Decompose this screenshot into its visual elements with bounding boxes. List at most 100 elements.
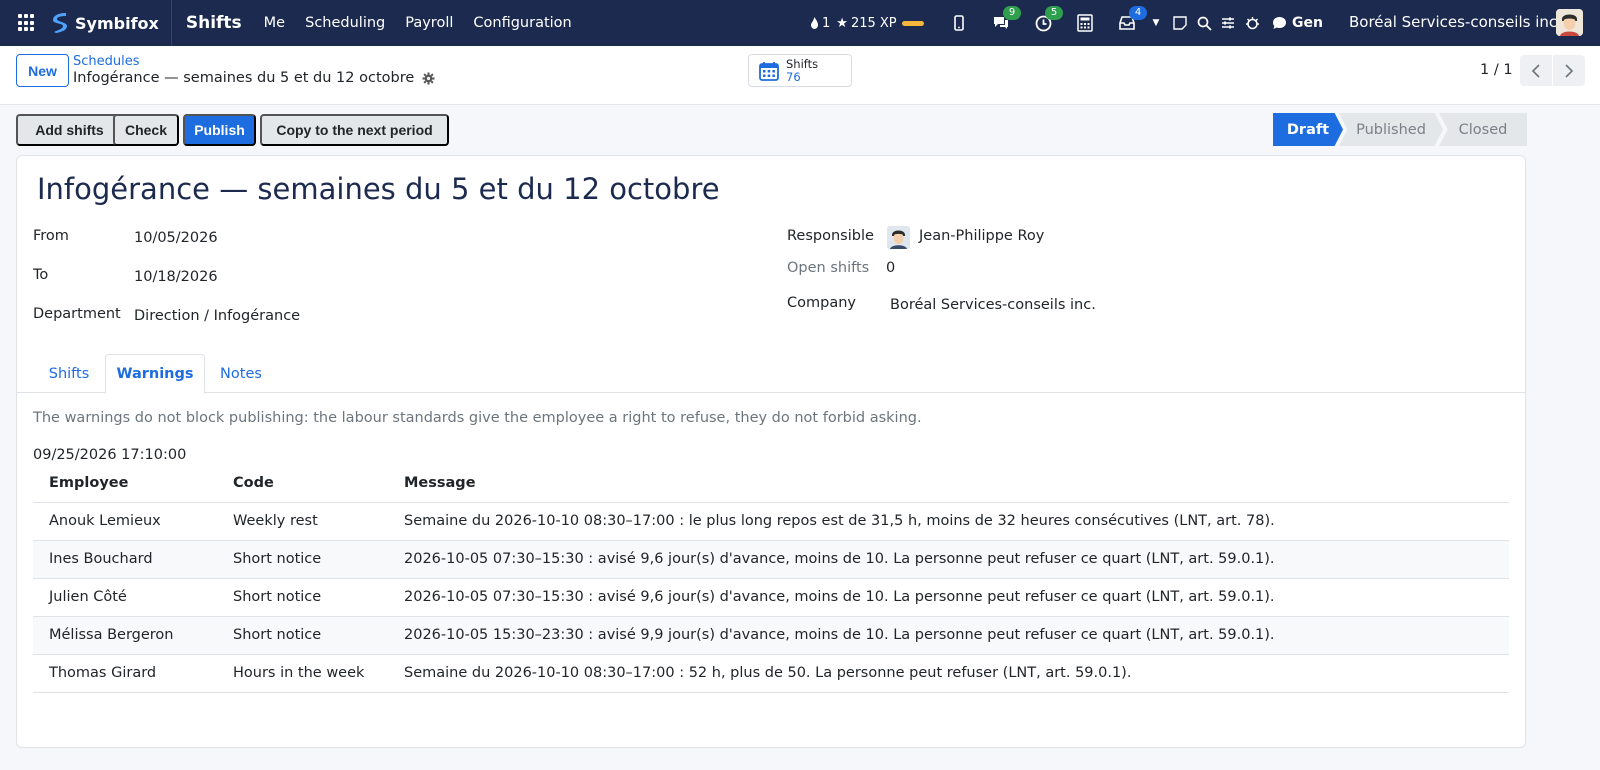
company-field[interactable]: Boréal Services-conseils inc. [890,297,1096,313]
messages-badge: 9 [1003,6,1021,20]
table-row[interactable]: Thomas Girard Hours in the week Semaine … [33,654,1509,693]
column-header-employee[interactable]: Employee [33,464,217,503]
calendar-icon [759,61,779,81]
check-button[interactable]: Check [113,114,179,146]
assistant-button[interactable]: Gen [1272,15,1323,31]
pager-previous-button[interactable] [1520,55,1552,86]
code-cell: Short notice [217,578,388,617]
notebook-tabs: Shifts Warnings Notes [17,354,1525,394]
control-panel: New Schedules Infogérance — semaines du … [0,46,1600,105]
breadcrumb-current-label: Infogérance — semaines du 5 et du 12 oct… [73,70,415,86]
apps-grid-icon[interactable] [18,14,36,32]
bug-icon[interactable] [1244,12,1260,34]
new-button[interactable]: New [16,54,69,87]
warnings-date: 09/25/2026 17:10:00 [33,447,187,463]
brand-name: Symbifox [75,13,159,33]
smart-button-value: 76 [786,69,801,84]
smart-button-label: Shifts [786,56,819,71]
pager-value[interactable]: 1 / 1 [1480,62,1513,78]
menu-item-me[interactable]: Me [264,15,285,31]
company-label: Company [787,295,856,311]
table-header-row: Employee Code Message [33,464,1509,503]
code-cell: Weekly rest [217,502,388,541]
message-cell: 2026-10-05 07:30–15:30 : avisé 9,6 jour(… [388,578,1509,617]
breadcrumb-schedules-link[interactable]: Schedules [73,54,140,69]
department-label: Department [33,306,121,322]
streak-count: 1 [822,15,831,31]
table-row[interactable]: Julien Côté Short notice 2026-10-05 07:3… [33,578,1509,617]
breadcrumb-current: Infogérance — semaines du 5 et du 12 oct… [73,70,435,86]
publish-button[interactable]: Publish [183,114,256,146]
notifications-badge: 4 [1129,6,1147,20]
table-row[interactable]: Mélissa Bergeron Short notice 2026-10-05… [33,616,1509,655]
notifications-button[interactable]: 4 [1116,6,1147,34]
stage-draft[interactable]: Draft [1273,113,1343,146]
responsible-label: Responsible [787,228,874,244]
note-icon[interactable] [1172,12,1188,34]
brand[interactable]: Symbifox [50,0,172,46]
department-field[interactable]: Direction / Infogérance [134,308,300,324]
user-avatar[interactable] [1556,9,1583,36]
table-row[interactable]: Ines Bouchard Short notice 2026-10-05 07… [33,540,1509,579]
warnings-table: Employee Code Message Anouk Lemieux Week… [33,464,1509,693]
open-shifts-field: 0 [886,260,896,276]
responsible-avatar [887,226,910,249]
message-cell: 2026-10-05 15:30–23:30 : avisé 9,9 jour(… [388,616,1509,655]
copy-next-period-button[interactable]: Copy to the next period [260,114,449,146]
phone-icon[interactable] [948,12,970,34]
fire-icon [811,17,818,29]
caret-down-icon[interactable]: ▼ [1148,12,1164,34]
company-switcher[interactable]: Boréal Services-conseils inc. [1349,13,1562,31]
brand-logo-icon [53,13,67,33]
menu-item-configuration[interactable]: Configuration [473,15,571,31]
gear-icon[interactable] [422,71,435,85]
add-shifts-button[interactable]: Add shifts [16,114,123,146]
employee-cell: Julien Côté [33,578,217,617]
top-navbar: Symbifox Shifts Me Scheduling Payroll Co… [0,0,1600,46]
form-sheet: Infogérance — semaines du 5 et du 12 oct… [16,155,1526,748]
assistant-chat-icon [1273,17,1286,29]
stage-published[interactable]: Published [1339,113,1443,146]
menu-item-payroll[interactable]: Payroll [405,15,453,31]
xp-value: 215 XP [850,15,897,31]
employee-cell: Ines Bouchard [33,540,217,579]
message-cell: 2026-10-05 07:30–15:30 : avisé 9,6 jour(… [388,540,1509,579]
pager-next-button[interactable] [1553,55,1585,86]
calculator-icon[interactable] [1074,12,1096,34]
tab-notes[interactable]: Notes [205,354,277,393]
search-icon[interactable] [1196,12,1212,34]
chevron-left-icon [1531,63,1540,78]
responsible-field[interactable]: Jean-Philippe Roy [919,228,1044,244]
to-field[interactable]: 10/18/2026 [134,269,218,285]
code-cell: Short notice [217,540,388,579]
employee-cell: Thomas Girard [33,654,217,693]
open-shifts-label: Open shifts [787,260,870,276]
code-cell: Short notice [217,616,388,655]
record-title[interactable]: Infogérance — semaines du 5 et du 12 oct… [37,172,720,206]
assistant-label: Gen [1292,15,1323,31]
employee-cell: Mélissa Bergeron [33,616,217,655]
stage-closed[interactable]: Closed [1439,113,1527,146]
message-cell: Semaine du 2026-10-10 08:30–17:00 : 52 h… [388,654,1509,693]
table-row[interactable]: Anouk Lemieux Weekly rest Semaine du 202… [33,502,1509,541]
tab-shifts[interactable]: Shifts [33,354,105,393]
warnings-note: The warnings do not block publishing: th… [33,410,922,426]
activities-button[interactable]: 5 [1032,6,1063,34]
messages-button[interactable]: 9 [990,6,1021,34]
activities-badge: 5 [1045,6,1063,20]
code-cell: Hours in the week [217,654,388,693]
xp-progress-bar [901,20,924,26]
message-cell: Semaine du 2026-10-10 08:30–17:00 : le p… [388,502,1509,541]
column-header-message[interactable]: Message [388,464,1509,503]
column-header-code[interactable]: Code [217,464,388,503]
shifts-smart-button[interactable]: Shifts 76 [748,54,852,87]
gamification-status[interactable]: 1 ★ 215 XP [810,0,924,46]
status-bar: Draft Published Closed [1273,113,1527,146]
star-icon: ★ [836,15,848,31]
app-name[interactable]: Shifts [186,13,242,33]
settings-sliders-icon[interactable] [1220,12,1236,34]
from-field[interactable]: 10/05/2026 [134,230,218,246]
to-label: To [33,267,49,283]
tab-warnings[interactable]: Warnings [105,354,205,394]
menu-item-scheduling[interactable]: Scheduling [305,15,385,31]
